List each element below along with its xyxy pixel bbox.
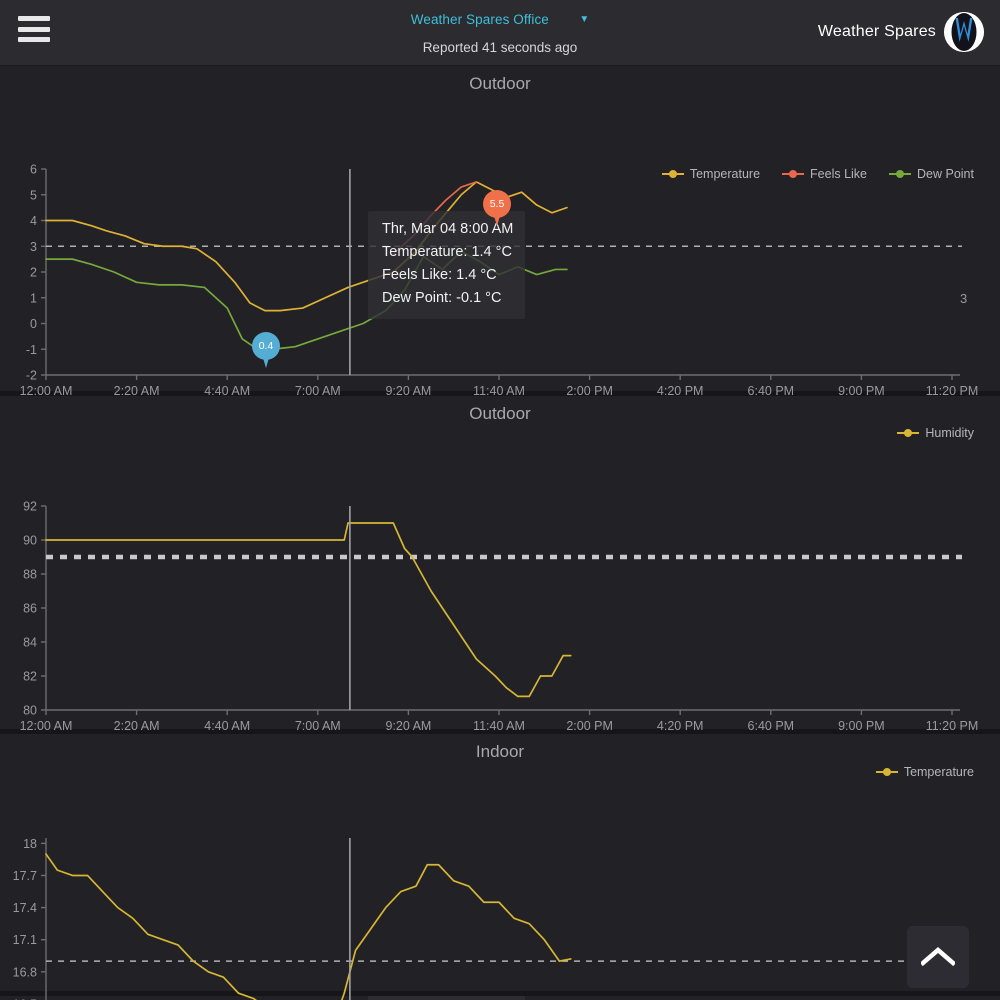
svg-text:88: 88 — [23, 568, 37, 582]
svg-text:11:40 AM: 11:40 AM — [473, 719, 525, 733]
chevron-down-icon[interactable]: ▼ — [579, 14, 589, 25]
svg-text:80: 80 — [23, 704, 37, 718]
chart-legend: Humidity — [897, 426, 974, 440]
legend-item-humidity[interactable]: Humidity — [897, 426, 974, 440]
svg-text:18: 18 — [23, 837, 37, 851]
panel-title: Outdoor — [469, 404, 531, 423]
svg-text:17.7: 17.7 — [13, 869, 37, 883]
svg-text:4:40 AM: 4:40 AM — [204, 719, 250, 733]
legend-label: Temperature — [903, 765, 974, 779]
scroll-to-top-button[interactable] — [907, 926, 969, 988]
svg-text:1: 1 — [30, 291, 37, 305]
svg-text:6:40 PM: 6:40 PM — [748, 719, 795, 733]
svg-text:84: 84 — [23, 636, 37, 650]
location-name[interactable]: Weather Spares Office — [411, 12, 549, 27]
svg-text:17.1: 17.1 — [13, 933, 37, 947]
weather-dashboard: Weather Spares Office ▼ Reported 41 seco… — [0, 0, 1000, 1000]
svg-text:12:00 AM: 12:00 AM — [20, 719, 73, 733]
svg-text:92: 92 — [23, 500, 37, 514]
reference-line-value: 3 — [960, 291, 968, 306]
svg-text:16.8: 16.8 — [13, 965, 37, 979]
panel-title: Outdoor — [469, 74, 531, 93]
svg-text:3: 3 — [30, 240, 37, 254]
legend-swatch-icon — [897, 429, 920, 437]
top-navigation-bar: Weather Spares Office ▼ Reported 41 seco… — [0, 0, 1000, 66]
svg-text:7:00 AM: 7:00 AM — [295, 719, 341, 733]
panel-title: Indoor — [475, 742, 525, 761]
panel-indoor-temperature: Indoor Temperature 16.516.817.117.417.71… — [0, 734, 1000, 1000]
svg-text:-1: -1 — [26, 343, 37, 357]
svg-text:86: 86 — [23, 602, 37, 616]
brand: Weather Spares — [818, 12, 984, 52]
panel-outdoor-temperature: Outdoor Temperature Feels Like Dew Point… — [0, 66, 1000, 398]
svg-text:4: 4 — [30, 214, 37, 228]
svg-text:9:00 PM: 9:00 PM — [838, 719, 885, 733]
svg-text:2:00 PM: 2:00 PM — [566, 719, 613, 733]
legend-item-temperature[interactable]: Temperature — [875, 765, 974, 779]
svg-text:90: 90 — [23, 534, 37, 548]
svg-text:0: 0 — [30, 317, 37, 331]
w-circle-logo — [944, 12, 984, 52]
svg-text:6: 6 — [30, 163, 37, 177]
svg-text:2:20 AM: 2:20 AM — [114, 719, 160, 733]
chevron-up-icon — [921, 947, 955, 967]
chart-legend: Temperature — [875, 765, 974, 779]
svg-text:17.4: 17.4 — [13, 901, 37, 915]
legend-swatch-icon — [875, 768, 898, 776]
svg-text:9:20 AM: 9:20 AM — [385, 719, 431, 733]
svg-text:2: 2 — [30, 266, 37, 280]
svg-text:4:20 PM: 4:20 PM — [657, 719, 704, 733]
svg-text:82: 82 — [23, 670, 37, 684]
legend-label: Humidity — [925, 426, 974, 440]
svg-text:5: 5 — [30, 188, 37, 202]
panel-outdoor-humidity: Outdoor Humidity 80 82 84 86 88 90 92 12:00 AM 2… — [0, 396, 1000, 1000]
hamburger-menu-icon[interactable] — [18, 16, 50, 42]
brand-text: Weather Spares — [817, 23, 936, 40]
svg-text:11:20 PM: 11:20 PM — [926, 719, 979, 733]
svg-text:-2: -2 — [26, 369, 37, 383]
